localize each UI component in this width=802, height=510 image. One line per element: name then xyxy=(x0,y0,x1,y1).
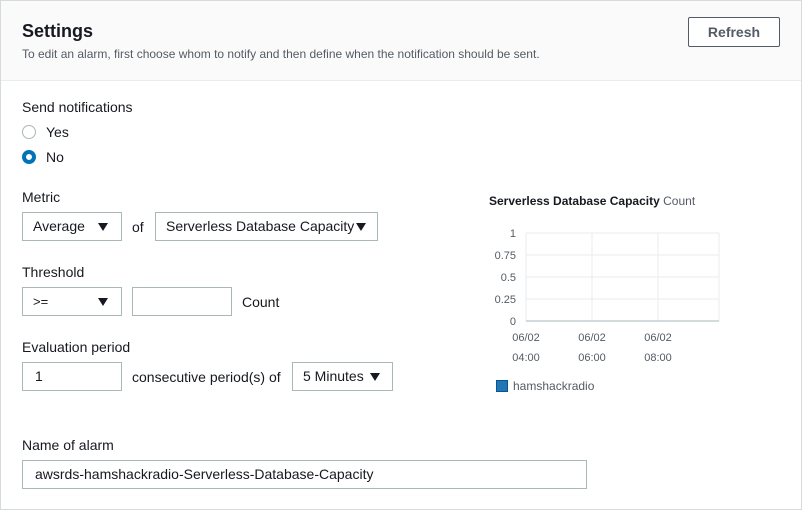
radio-yes[interactable] xyxy=(22,125,36,139)
metric-value: Serverless Database Capacity xyxy=(166,218,355,234)
chart-y-tick-label: 0 xyxy=(510,316,516,328)
radio-yes-label[interactable]: Yes xyxy=(46,124,69,140)
refresh-button[interactable]: Refresh xyxy=(688,17,780,47)
chart-y-tick-label: 0.25 xyxy=(495,294,516,306)
radio-no-label[interactable]: No xyxy=(46,149,64,165)
radio-no[interactable] xyxy=(22,150,36,164)
settings-panel: Settings To edit an alarm, first choose … xyxy=(0,0,802,510)
statistic-value: Average xyxy=(33,218,85,234)
chevron-down-icon xyxy=(370,373,380,381)
metric-label: Metric xyxy=(22,189,61,205)
settings-header: Settings To edit an alarm, first choose … xyxy=(1,1,801,81)
send-notifications-label: Send notifications xyxy=(22,99,133,115)
chart-y-tick-label: 0.5 xyxy=(501,272,516,284)
chart-x-tick-time: 06:00 xyxy=(578,352,606,364)
chevron-down-icon xyxy=(98,298,108,306)
metric-select[interactable]: Serverless Database Capacity xyxy=(155,212,378,241)
page-title: Settings xyxy=(22,21,94,41)
evaluation-periods-input[interactable]: 1 xyxy=(22,362,122,391)
threshold-unit: Count xyxy=(242,294,280,310)
chevron-down-icon xyxy=(98,223,108,231)
statistic-select[interactable]: Average xyxy=(22,212,122,241)
operator-value: >= xyxy=(33,294,49,309)
alarm-name-label: Name of alarm xyxy=(22,437,114,453)
of-label: of xyxy=(132,219,144,235)
chart-x-tick-date: 06/02 xyxy=(512,332,540,344)
chart-x-tick-date: 06/02 xyxy=(578,332,606,344)
legend-swatch-hamshackradio xyxy=(496,380,508,392)
chart-unit: Count xyxy=(663,194,696,208)
threshold-label: Threshold xyxy=(22,264,85,280)
chart-x-tick-time: 08:00 xyxy=(644,352,672,364)
chart-title: Serverless Database Capacity Count xyxy=(489,194,695,208)
threshold-input[interactable] xyxy=(132,287,232,316)
capacity-chart: 1 0.75 0.5 0.25 0 06/02 04:00 06/02 06:00 06/02 08… xyxy=(495,228,720,364)
legend-label-hamshackradio: hamshackradio xyxy=(513,379,595,393)
chart-y-tick-label: 1 xyxy=(510,228,516,240)
chart-x-tick-date: 06/02 xyxy=(644,332,672,344)
chart-x-tick-time: 04:00 xyxy=(512,352,540,364)
page-subtitle: To edit an alarm, first choose whom to n… xyxy=(22,47,540,61)
chart-title-text: Serverless Database Capacity xyxy=(489,194,660,208)
period-length-select[interactable]: 5 Minutes xyxy=(292,362,393,391)
evaluation-period-label: Evaluation period xyxy=(22,339,131,355)
alarm-name-input[interactable]: awsrds-hamshackradio-Serverless-Database… xyxy=(22,460,587,489)
period-length-value: 5 Minutes xyxy=(303,368,364,384)
chevron-down-icon xyxy=(356,223,366,231)
consecutive-periods-label: consecutive period(s) of xyxy=(132,369,281,385)
chart-y-tick-label: 0.75 xyxy=(495,250,516,262)
operator-select[interactable]: >= xyxy=(22,287,122,316)
